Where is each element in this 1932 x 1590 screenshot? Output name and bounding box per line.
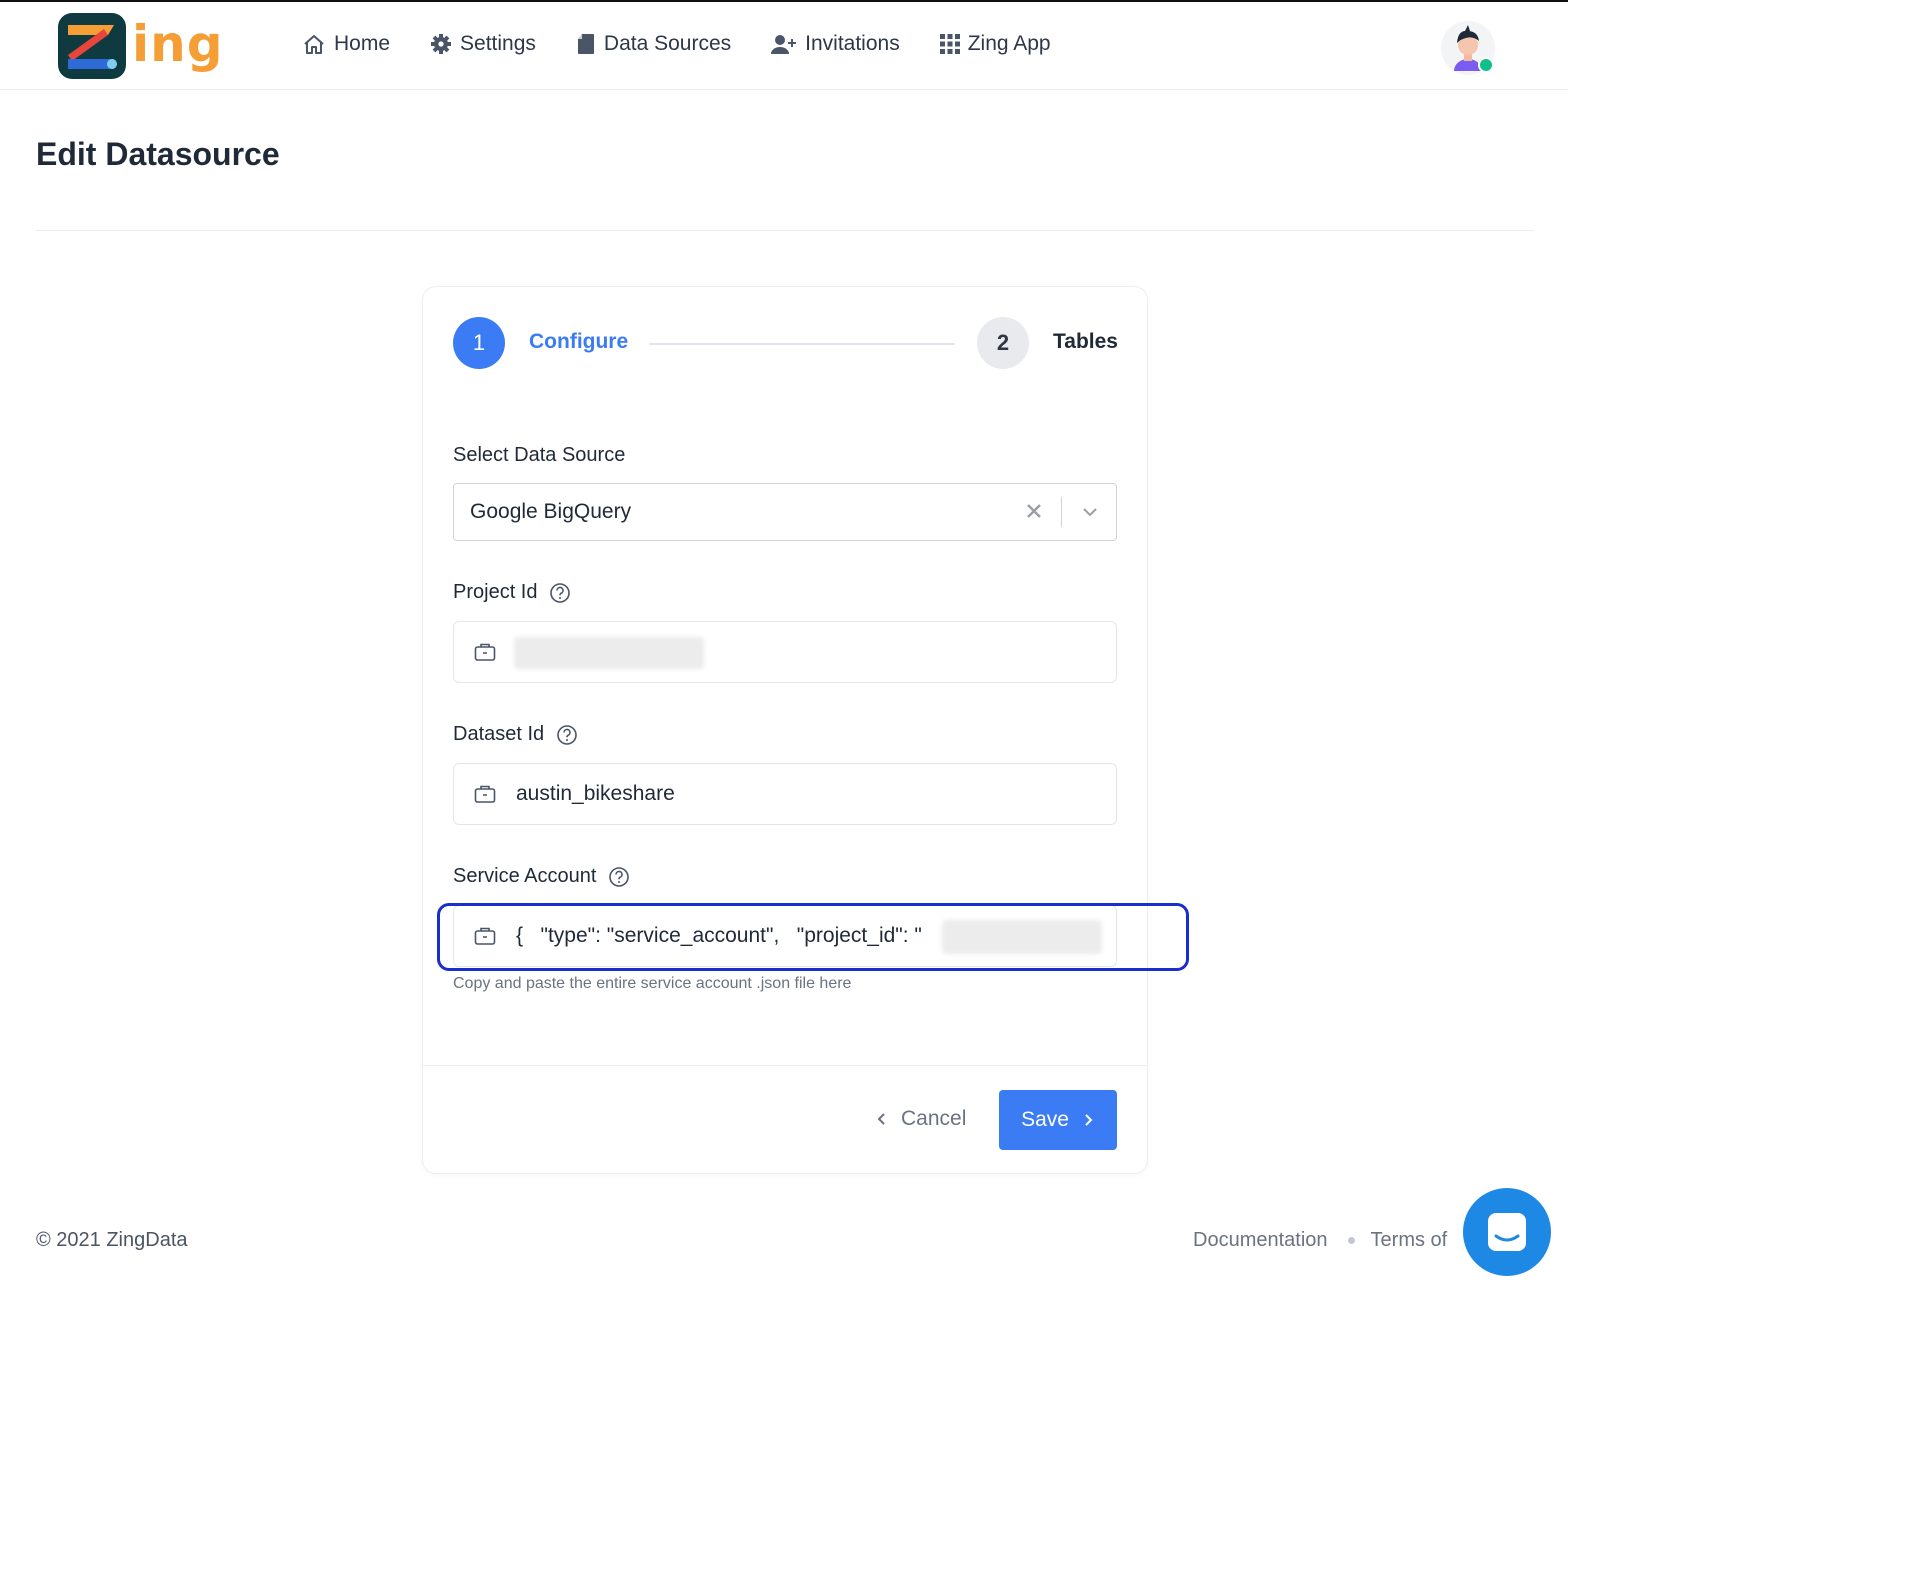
step-1-label[interactable]: Configure bbox=[529, 330, 628, 354]
cancel-button[interactable]: Cancel bbox=[875, 1107, 966, 1131]
document-icon bbox=[577, 34, 594, 54]
footer-links: Documentation Terms of bbox=[1193, 1229, 1447, 1252]
copyright: © 2021 ZingData bbox=[36, 1229, 188, 1251]
cancel-label: Cancel bbox=[901, 1107, 967, 1130]
clear-icon[interactable] bbox=[1024, 501, 1044, 521]
user-plus-icon bbox=[771, 35, 797, 54]
dataset-id-value: austin_bikeshare bbox=[516, 782, 675, 805]
logo-text: ing bbox=[132, 15, 224, 73]
divider bbox=[36, 230, 1534, 231]
step-2-indicator[interactable]: 2 bbox=[977, 317, 1029, 369]
data-source-select[interactable]: Google BigQuery bbox=[453, 483, 1117, 541]
help-icon[interactable] bbox=[608, 866, 630, 888]
project-id-label-text: Project Id bbox=[453, 581, 538, 603]
nav-item-home[interactable]: Home bbox=[302, 32, 390, 56]
nav-label: Settings bbox=[460, 32, 536, 55]
data-source-selected-value: Google BigQuery bbox=[470, 500, 632, 523]
terms-link[interactable]: Terms of bbox=[1371, 1229, 1448, 1252]
help-icon[interactable] bbox=[556, 724, 578, 746]
help-icon[interactable] bbox=[549, 582, 571, 604]
service-account-label: Service Account bbox=[453, 865, 630, 888]
main-nav: Home Settings Data Sources Invitations Z… bbox=[302, 32, 1091, 56]
dataset-id-label-text: Dataset Id bbox=[453, 723, 545, 745]
footer-separator bbox=[1347, 1237, 1355, 1244]
grid-icon bbox=[939, 34, 960, 54]
edit-datasource-card: 1 Configure 2 Tables Select Data Source … bbox=[422, 286, 1189, 1174]
online-status-indicator bbox=[1478, 57, 1494, 73]
service-account-label-text: Service Account bbox=[453, 865, 597, 887]
zing-logo[interactable]: ing bbox=[58, 12, 224, 80]
save-label: Save bbox=[1021, 1108, 1069, 1131]
nav-label: Data Sources bbox=[603, 32, 732, 55]
redacted-value bbox=[514, 637, 704, 669]
nav-label: Home bbox=[334, 32, 391, 55]
project-id-input[interactable] bbox=[453, 621, 1117, 683]
gear-icon bbox=[431, 34, 452, 54]
nav-label: Zing App bbox=[967, 32, 1051, 55]
step-1-indicator[interactable]: 1 bbox=[453, 317, 505, 369]
briefcase-icon bbox=[474, 785, 496, 803]
briefcase-icon bbox=[474, 643, 496, 661]
data-source-label-text: Select Data Source bbox=[453, 444, 626, 466]
app-header: ing Home Settings Data Sources Invitatio… bbox=[0, 2, 1568, 90]
save-button[interactable]: Save bbox=[999, 1090, 1117, 1150]
chevron-down-icon[interactable] bbox=[1080, 502, 1100, 522]
chevron-right-icon bbox=[1085, 1114, 1093, 1126]
chat-icon bbox=[1488, 1213, 1526, 1251]
data-source-label: Select Data Source bbox=[453, 444, 625, 467]
nav-item-zing-app[interactable]: Zing App bbox=[939, 32, 1051, 56]
nav-item-settings[interactable]: Settings bbox=[430, 32, 536, 56]
select-separator bbox=[1061, 497, 1062, 527]
highlight-annotation bbox=[437, 903, 1189, 971]
stepper-connector bbox=[649, 343, 955, 345]
zing-logo-mark-icon bbox=[58, 13, 126, 79]
service-account-hint: Copy and paste the entire service accoun… bbox=[453, 975, 852, 992]
home-icon bbox=[304, 35, 324, 54]
dataset-id-label: Dataset Id bbox=[453, 723, 578, 746]
chat-launcher-button[interactable] bbox=[1463, 1188, 1551, 1276]
dataset-id-input[interactable]: austin_bikeshare bbox=[453, 763, 1117, 825]
page-title: Edit Datasource bbox=[36, 136, 280, 172]
nav-label: Invitations bbox=[805, 32, 900, 55]
step-2-label[interactable]: Tables bbox=[1053, 330, 1118, 354]
project-id-label: Project Id bbox=[453, 581, 571, 604]
chevron-left-icon bbox=[877, 1113, 885, 1125]
nav-item-invitations[interactable]: Invitations bbox=[771, 32, 900, 56]
nav-item-data-sources[interactable]: Data Sources bbox=[576, 32, 731, 56]
documentation-link[interactable]: Documentation bbox=[1193, 1229, 1328, 1252]
divider bbox=[423, 1065, 1147, 1066]
